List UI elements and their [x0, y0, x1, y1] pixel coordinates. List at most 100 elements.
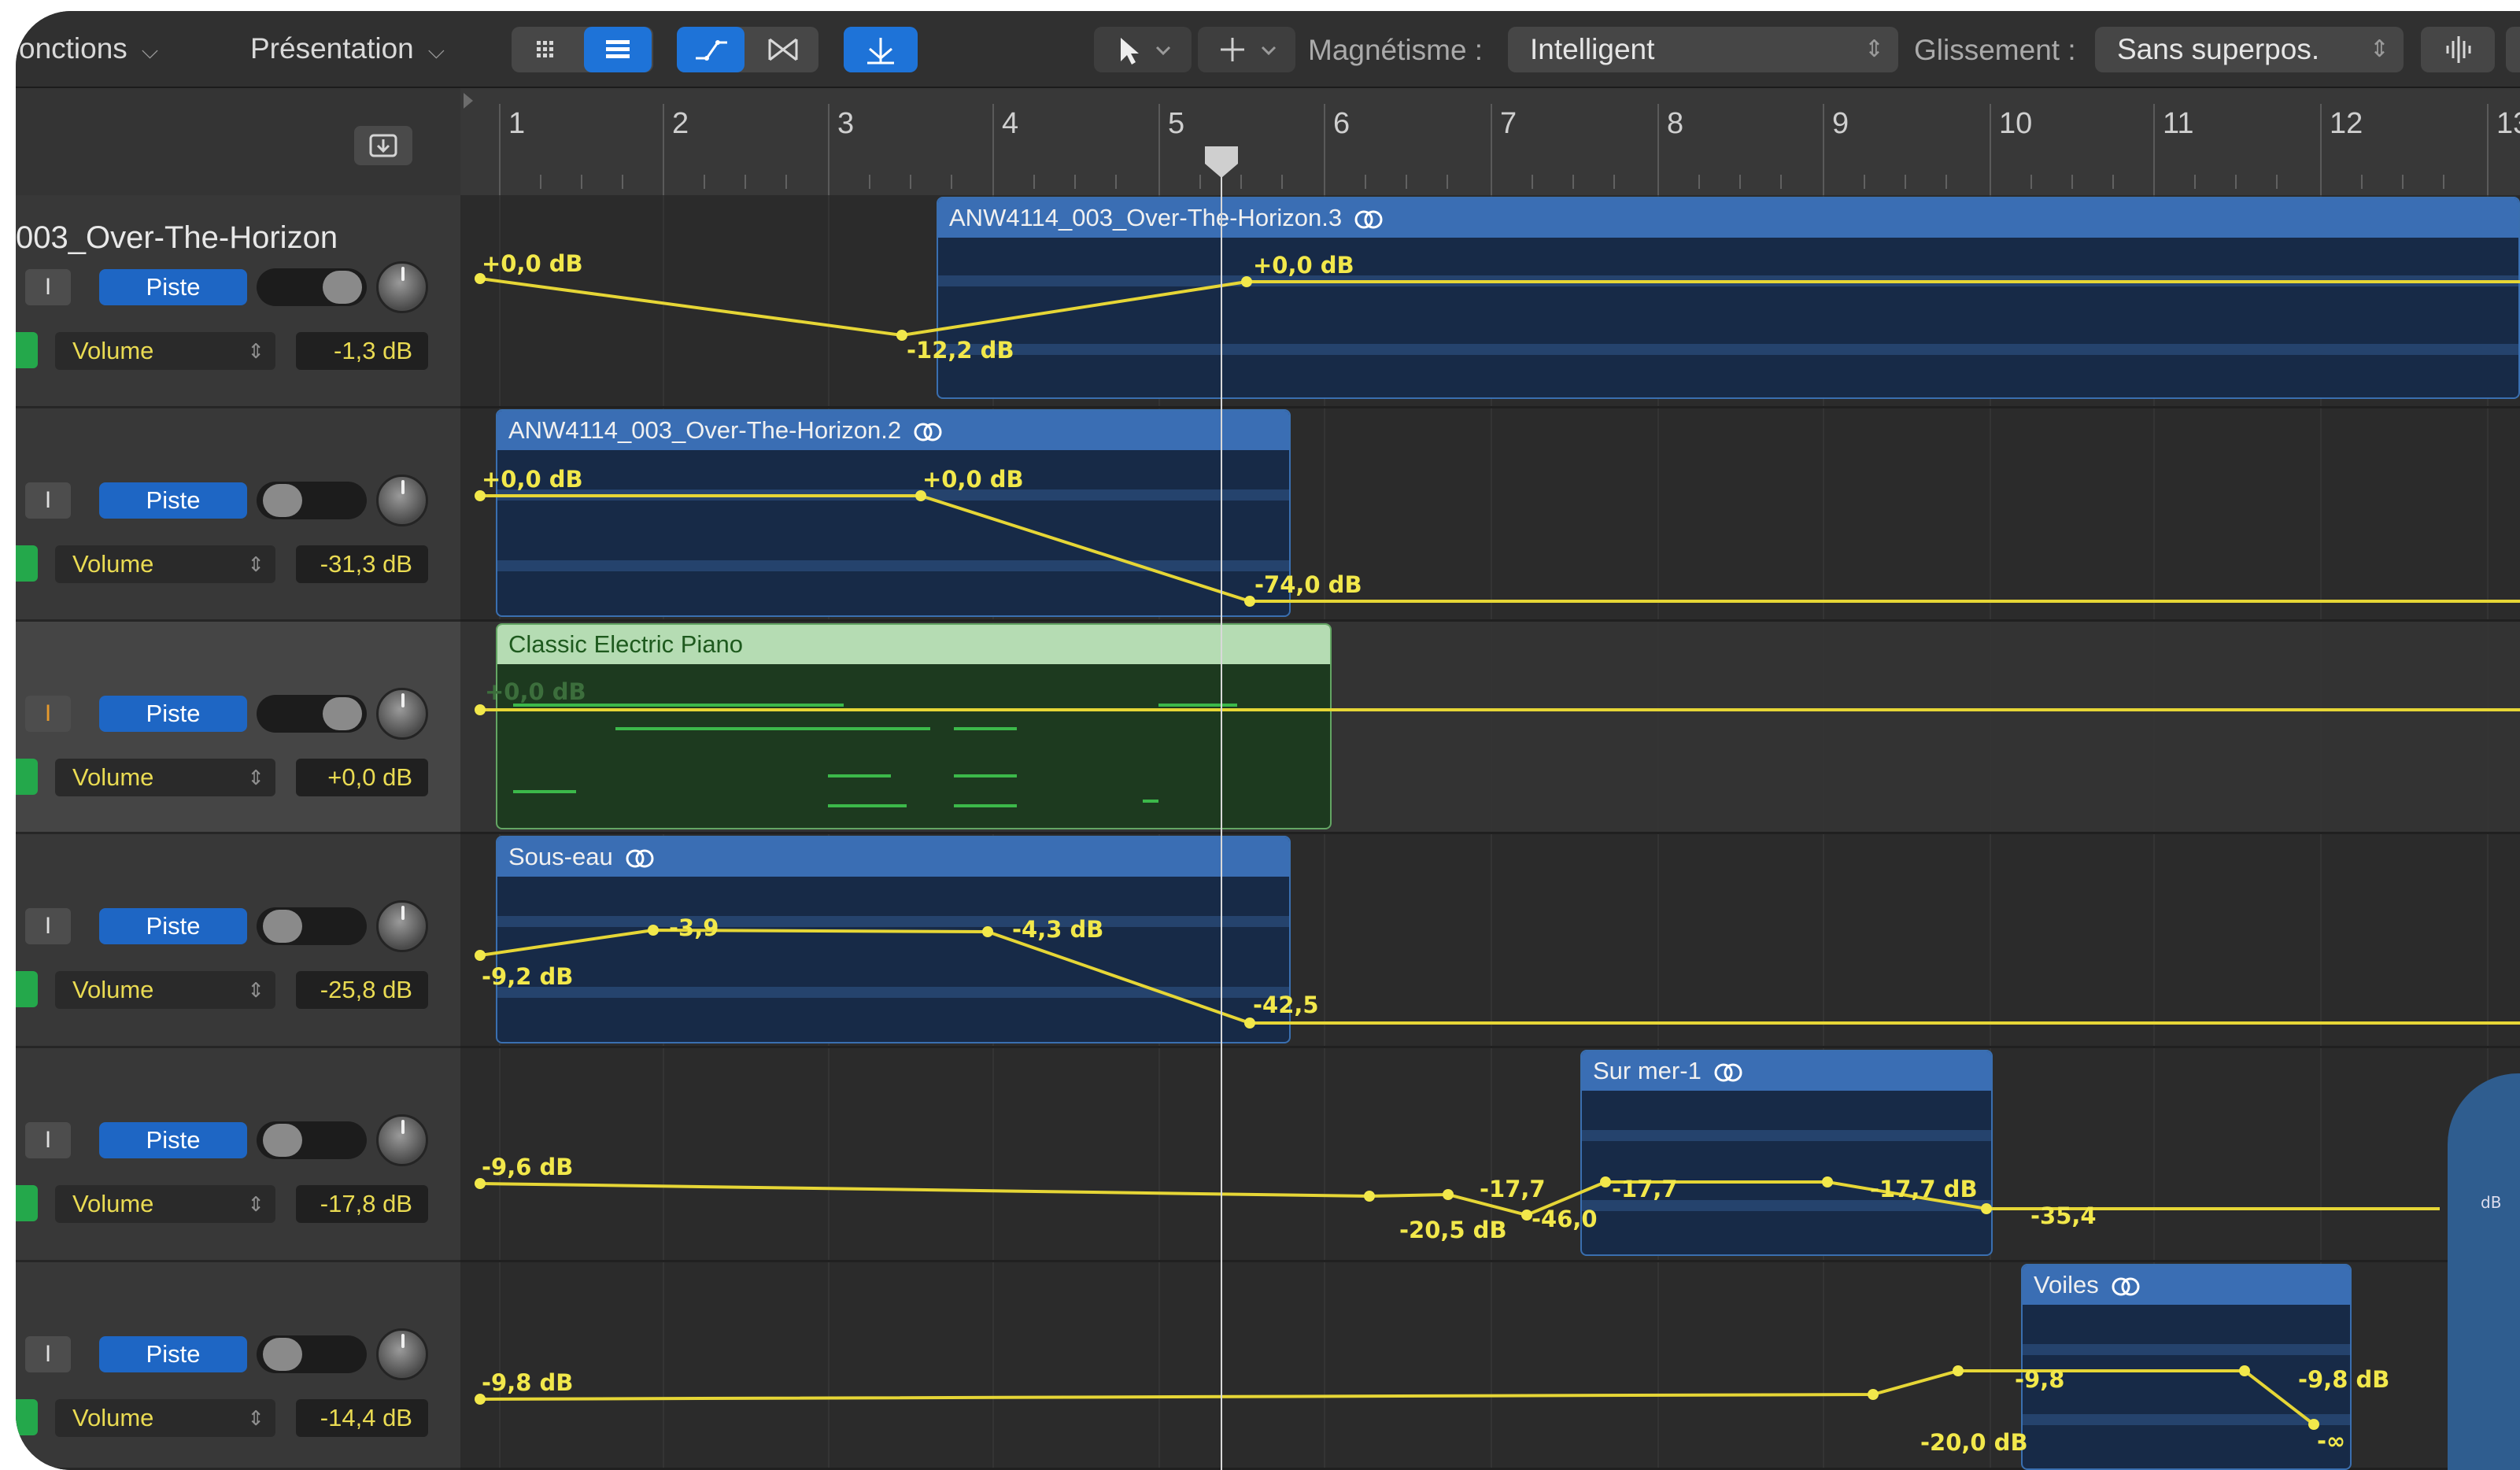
region-header: Sous-eau [497, 837, 1289, 877]
track-header-top [16, 88, 460, 195]
pan-knob[interactable] [376, 900, 428, 952]
read-indicator[interactable] [16, 545, 38, 582]
grid-line [1324, 1048, 1325, 1260]
parameter-label: Volume [72, 337, 154, 364]
track-header[interactable]: I Piste Volume ⇕ -25,8 dB [16, 834, 460, 1048]
bar-line [663, 104, 664, 195]
glissement-value: Sans superpos. [2117, 33, 2320, 65]
track-on-toggle[interactable] [257, 907, 367, 945]
bar-number: 3 [837, 107, 855, 140]
beat-tick [581, 175, 582, 189]
bar-line [828, 104, 830, 195]
automation-parameter-select[interactable]: Volume ⇕ [55, 1185, 275, 1223]
playhead-handle-icon[interactable] [1203, 145, 1240, 179]
track-header[interactable]: I Piste Volume ⇕ -14,4 dB [16, 1262, 460, 1470]
automation-parameter-select[interactable]: Volume ⇕ [55, 545, 275, 583]
read-indicator[interactable] [16, 1185, 38, 1221]
read-indicator[interactable] [16, 332, 38, 368]
pan-knob[interactable] [376, 1114, 428, 1166]
secondary-tool-menu[interactable] [1198, 27, 1295, 72]
automation-mode-button[interactable]: Piste [99, 1336, 247, 1372]
input-monitor-button[interactable]: I [25, 482, 71, 519]
track-header[interactable]: I Piste Volume ⇕ -17,8 dB [16, 1048, 460, 1262]
region[interactable]: Sous-eau [496, 836, 1291, 1043]
track-on-toggle[interactable] [257, 482, 367, 519]
track-header[interactable]: 003_Over-The-Horizon I Piste Volume ⇕ -1,3 dB [16, 195, 460, 408]
presentation-menu[interactable]: Présentation ⌵ [250, 27, 445, 71]
beat-tick [1115, 175, 1117, 189]
magnetisme-value: Intelligent [1530, 33, 1655, 65]
region[interactable]: Classic Electric Piano [496, 623, 1332, 829]
grid-line [1657, 408, 1659, 619]
automation-mode-button[interactable]: Piste [99, 269, 247, 305]
input-monitor-button[interactable]: I [25, 1336, 71, 1372]
track-header[interactable]: I Piste Volume ⇕ -31,3 dB [16, 408, 460, 622]
pan-knob[interactable] [376, 261, 428, 313]
automation-value-field[interactable]: -17,8 dB [296, 1185, 428, 1223]
stereo-link-icon [1714, 1063, 1742, 1082]
automation-button[interactable] [677, 27, 745, 72]
playhead[interactable] [1221, 153, 1222, 1470]
waveform-zoom-button[interactable] [2421, 27, 2495, 72]
list-view-button[interactable] [584, 27, 652, 72]
region[interactable]: ANW4114_003_Over-The-Horizon.2 [496, 409, 1291, 617]
automation-mode-button[interactable]: Piste [99, 696, 247, 732]
track-on-toggle[interactable] [257, 695, 367, 733]
read-indicator[interactable] [16, 759, 38, 795]
automation-value-label: +0,0 dB [1253, 252, 1354, 279]
toggle-knob [323, 697, 362, 730]
region[interactable]: ANW4114_003_Over-The-Horizon.3 [937, 197, 2520, 399]
pointer-tool-menu[interactable] [1094, 27, 1192, 72]
logic-window: onctions ⌵ Présentation ⌵ Magnétisme: I… [16, 11, 2520, 1470]
chevron-down-icon: ⌵ [141, 39, 159, 63]
bar-number: 12 [2330, 107, 2363, 140]
track-header[interactable]: I Piste Volume ⇕ +0,0 dB [16, 622, 460, 834]
fonctions-menu[interactable]: onctions ⌵ [19, 27, 158, 71]
automation-value-field[interactable]: -14,4 dB [296, 1399, 428, 1437]
beat-tick [1033, 175, 1035, 189]
grid-line [1324, 834, 1325, 1046]
automation-value-label: -9,8 dB [482, 1369, 574, 1396]
automation-parameter-select[interactable]: Volume ⇕ [55, 971, 275, 1009]
grid-view-button[interactable] [512, 27, 579, 72]
grid-line [828, 1048, 830, 1260]
input-monitor-button[interactable]: I [25, 908, 71, 944]
track-on-toggle[interactable] [257, 268, 367, 306]
automation-toggle-group [677, 27, 818, 72]
automation-mode-button[interactable]: Piste [99, 482, 247, 519]
automation-value-field[interactable]: -25,8 dB [296, 971, 428, 1009]
catch-playhead-button[interactable] [844, 27, 911, 72]
stereo-link-icon [2112, 1277, 2140, 1296]
track-on-toggle[interactable] [257, 1335, 367, 1373]
bar-number: 5 [1168, 107, 1185, 140]
collapse-button[interactable] [354, 126, 412, 165]
automation-parameter-select[interactable]: Volume ⇕ [55, 1399, 275, 1437]
automation-value-field[interactable]: +0,0 dB [296, 759, 428, 796]
grid-line [1823, 408, 1824, 619]
automation-parameter-select[interactable]: Volume ⇕ [55, 759, 275, 796]
read-indicator[interactable] [16, 1399, 38, 1435]
region[interactable]: Sur mer-1 [1580, 1050, 1993, 1256]
magnetisme-select[interactable]: Intelligent ⇕ [1508, 27, 1898, 72]
automation-value-field[interactable]: -31,3 dB [296, 545, 428, 583]
automation-mode-button[interactable]: Piste [99, 908, 247, 944]
pan-knob[interactable] [376, 688, 428, 740]
pan-knob[interactable] [376, 1328, 428, 1380]
bar-ruler[interactable]: 12345678910111213 [460, 88, 2520, 195]
automation-parameter-select[interactable]: Volume ⇕ [55, 332, 275, 370]
grid-line [2320, 408, 2322, 619]
pan-knob[interactable] [376, 475, 428, 526]
automation-value-field[interactable]: -1,3 dB [296, 332, 428, 370]
flex-button[interactable] [749, 27, 817, 72]
input-monitor-button[interactable]: I [25, 696, 71, 732]
glissement-select[interactable]: Sans superpos. ⇕ [2095, 27, 2404, 72]
grid-line [1657, 834, 1659, 1046]
automation-mode-button[interactable]: Piste [99, 1122, 247, 1158]
track-on-toggle[interactable] [257, 1121, 367, 1159]
input-monitor-button[interactable]: I [25, 1122, 71, 1158]
updown-chevron-icon: ⇕ [247, 1192, 264, 1216]
more-toolbar-button[interactable] [2506, 27, 2520, 72]
automation-value-label: +0,0 dB [482, 250, 583, 277]
input-monitor-button[interactable]: I [25, 269, 71, 305]
read-indicator[interactable] [16, 971, 38, 1007]
